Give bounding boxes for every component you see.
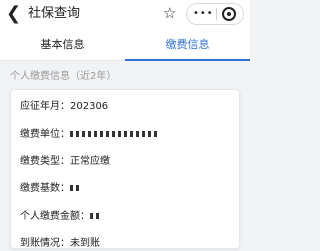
base-value-masked (70, 185, 82, 191)
period-label: 应征年月： (20, 101, 70, 112)
mini-program-capsule: ••• (186, 3, 244, 25)
unit-value-masked (70, 131, 158, 137)
type-value: 正常应缴 (70, 156, 110, 167)
unit-row: 缴费单位： (20, 128, 158, 142)
period-value: 202306 (70, 101, 109, 112)
unit-label: 缴费单位： (20, 129, 70, 140)
page-title: 社保查询 (28, 6, 81, 21)
arrival-label: 到账情况： (20, 238, 70, 249)
arrival-row: 到账情况：未到账 (20, 237, 100, 251)
amount-row: 个人缴费金额： (20, 210, 99, 224)
capsule-divider (216, 8, 217, 20)
title-bar: ❮ 社保查询 ☆ ••• (0, 0, 250, 30)
target-circle-icon[interactable] (222, 7, 236, 21)
arrival-value: 未到账 (70, 238, 100, 249)
amount-label: 个人缴费金额： (20, 211, 90, 222)
type-row: 缴费类型：正常应缴 (20, 155, 110, 169)
more-dots-icon[interactable]: ••• (193, 7, 213, 21)
base-label: 缴费基数： (20, 183, 70, 194)
tab-payment-info[interactable]: 缴费信息 (125, 30, 250, 61)
tab-bar: 基本信息 缴费信息 (0, 30, 250, 61)
chevron-left-icon[interactable]: ❮ (6, 4, 24, 24)
amount-value-masked (90, 213, 99, 219)
base-row: 缴费基数： (20, 182, 82, 196)
section-title: 个人缴费信息（近2年） (10, 71, 117, 82)
tab-basic-info[interactable]: 基本信息 (0, 30, 125, 60)
type-label: 缴费类型： (20, 156, 70, 167)
period-row: 应征年月：202306 (20, 100, 108, 114)
star-outline-icon[interactable]: ☆ (163, 3, 176, 23)
payment-record-card: 应征年月：202306 缴费单位： 缴费类型：正常应缴 缴费基数： 个人缴费金额… (10, 89, 240, 249)
